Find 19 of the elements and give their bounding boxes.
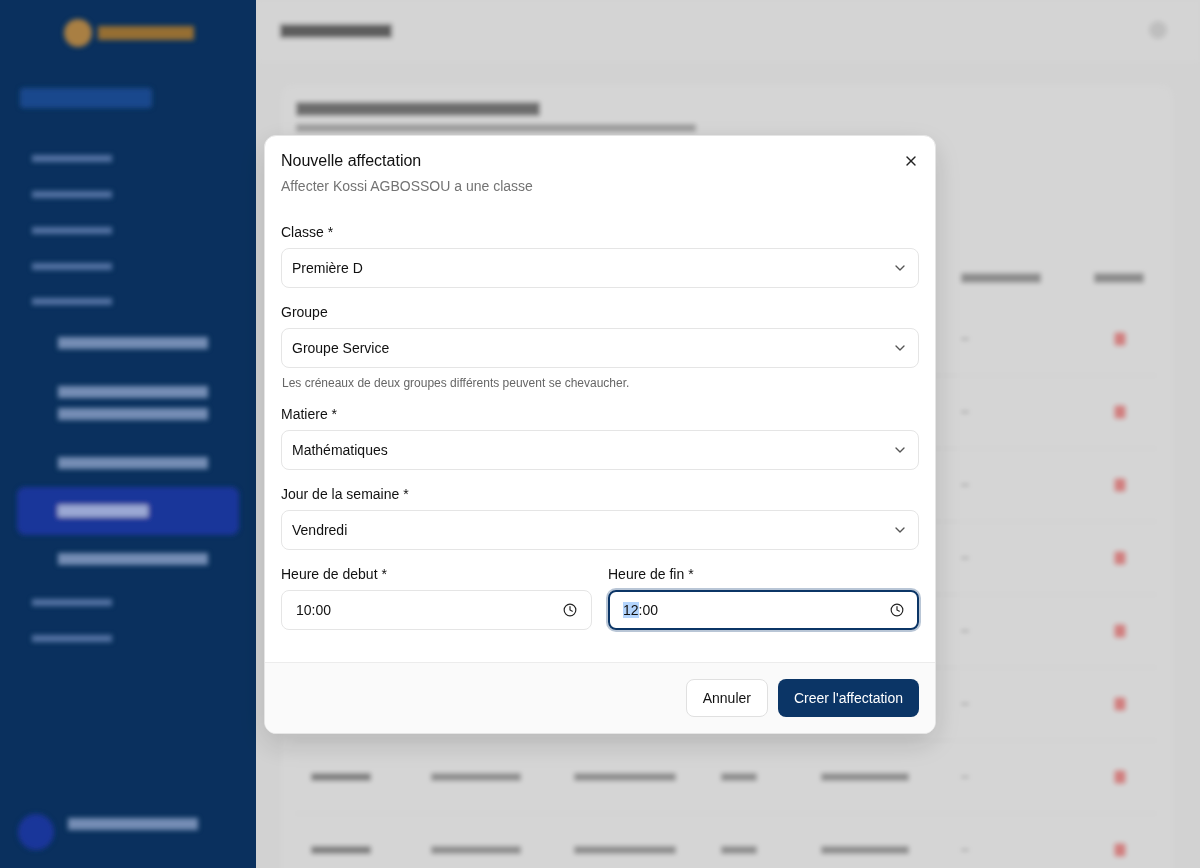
field-label: Groupe xyxy=(281,303,329,320)
clock-icon xyxy=(890,602,904,617)
dialog-title: Nouvelle affectation xyxy=(281,151,423,170)
field-label: Heure de debut * xyxy=(281,565,388,582)
cancel-button[interactable]: Annuler xyxy=(685,678,768,717)
field-label: Classe * xyxy=(281,223,335,240)
time-field[interactable]: 10:00 xyxy=(281,589,592,630)
select-field[interactable]: Mathématiques xyxy=(281,429,919,470)
field-label: Matiere * xyxy=(281,405,339,422)
dialog-subtitle: Affecter Kossi AGBOSSOU a une classe xyxy=(281,177,533,194)
select-field[interactable]: Groupe Service xyxy=(281,327,919,368)
create-button[interactable]: Creer l'affectation xyxy=(777,678,919,717)
field-label: Heure de fin * xyxy=(608,565,695,582)
field-label: Jour de la semaine * xyxy=(281,485,410,502)
select-field[interactable]: Vendredi xyxy=(281,509,919,550)
clock-icon xyxy=(563,602,577,617)
time-field[interactable]: 12:00 xyxy=(608,589,919,630)
select-field[interactable]: Première D xyxy=(281,247,919,288)
field-hint: Les créneaux de deux groupes différents peuvent se chevaucher. xyxy=(282,375,631,390)
